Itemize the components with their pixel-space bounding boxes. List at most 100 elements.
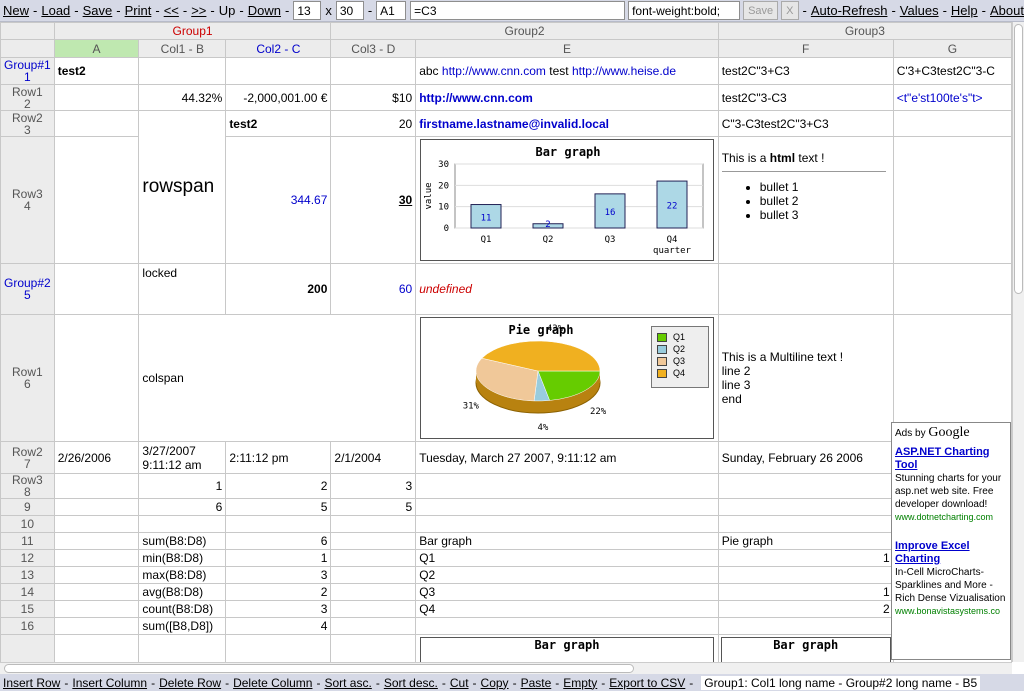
row-header-13[interactable]: 13 [0, 566, 55, 584]
save-link[interactable]: Save [83, 3, 113, 18]
cell-e16[interactable] [415, 617, 719, 635]
cell-b12[interactable]: min(B8:D8) [138, 549, 227, 567]
cut-link[interactable]: Cut [450, 676, 469, 690]
cell-d2[interactable]: $10 [330, 84, 417, 111]
cell-c11[interactable]: 6 [225, 532, 332, 550]
copy-link[interactable]: Copy [481, 676, 509, 690]
cell-ref-input[interactable] [376, 1, 407, 20]
cell-f14[interactable]: 1 [717, 583, 894, 601]
cell-a9[interactable] [53, 498, 140, 516]
cell-a15[interactable] [53, 600, 140, 618]
row-header-7[interactable]: Row2 7 [0, 441, 55, 474]
cell-c17[interactable] [225, 634, 332, 662]
cell-a16[interactable] [53, 617, 140, 635]
sort-desc-link[interactable]: Sort desc. [384, 676, 438, 690]
cell-b7[interactable]: 3/27/2007 9:11:12 am [138, 441, 227, 474]
cell-e15[interactable]: Q4 [415, 600, 719, 618]
cell-a3[interactable] [53, 110, 140, 137]
horizontal-scrollbar[interactable] [0, 662, 1012, 674]
cell-c5[interactable]: 200 [225, 263, 332, 315]
cell-e2[interactable]: http://www.cnn.com [415, 84, 719, 111]
cell-f1[interactable]: test2C"3+C3 [717, 57, 894, 85]
ad-title-link[interactable]: Improve Excel Charting [895, 540, 1007, 566]
new-link[interactable]: New [3, 3, 29, 18]
cell-c7[interactable]: 2:11:12 pm [225, 441, 332, 474]
cell-e8[interactable] [415, 473, 719, 499]
row-header-12[interactable]: 12 [0, 549, 55, 567]
cell-b2[interactable]: 44.32% [138, 84, 227, 111]
cell-b16[interactable]: sum([B8,D8]) [138, 617, 227, 635]
cell-b8[interactable]: 1 [138, 473, 227, 499]
cell-f2[interactable]: test2C"3-C3 [717, 84, 894, 111]
cell-b1[interactable] [138, 57, 227, 85]
cell-d3[interactable]: 20 [330, 110, 417, 137]
ad-title-link[interactable]: ASP.NET Charting Tool [895, 446, 1007, 472]
cell-e1[interactable]: abc http://www.cnn.com test http://www.h… [415, 57, 719, 85]
cell-f15[interactable]: 2 [717, 600, 894, 618]
insert-row-link[interactable]: Insert Row [3, 676, 60, 690]
cell-e11[interactable]: Bar graph [415, 532, 719, 550]
cell-d13[interactable] [330, 566, 417, 584]
cell-b9[interactable]: 6 [138, 498, 227, 516]
row-header-11[interactable]: 11 [0, 532, 55, 550]
cell-d10[interactable] [330, 515, 417, 533]
cell-f11[interactable]: Pie graph [717, 532, 894, 550]
column-header-d[interactable]: Col3 - D [330, 39, 417, 58]
cell-f12[interactable]: 1 [717, 549, 894, 567]
cell-b3-rowspan[interactable]: rowspan [138, 110, 227, 264]
cell-e17[interactable]: Bar graph [415, 634, 719, 662]
prev-page-link[interactable]: << [164, 3, 179, 18]
cell-c3[interactable]: test2 [225, 110, 332, 137]
cell-e4[interactable]: Bar graph 0 10 20 30 value 11 Q1 2 Q2 16 Q3 22 Q4 quar… [415, 136, 719, 264]
cell-f3[interactable]: C"3-C3test2C"3+C3 [717, 110, 894, 137]
ad-url[interactable]: www.bonavistasystems.co [895, 605, 1007, 618]
cell-c9[interactable]: 5 [225, 498, 332, 516]
cell-d4[interactable]: 30 [330, 136, 417, 264]
column-header-f[interactable]: F [717, 39, 894, 58]
cell-b17[interactable] [138, 634, 227, 662]
values-link[interactable]: Values [900, 3, 939, 18]
row-header-15[interactable]: 15 [0, 600, 55, 618]
cell-f5[interactable] [717, 263, 894, 315]
empty-link[interactable]: Empty [563, 676, 597, 690]
delete-column-link[interactable]: Delete Column [233, 676, 312, 690]
cell-a4[interactable] [53, 136, 140, 264]
cell-g4[interactable] [892, 136, 1012, 264]
cell-a17[interactable] [53, 634, 140, 662]
cell-e6[interactable]: Pie graph 22% 4% 31% 43% Q1 Q2 Q3 Q4 [415, 314, 719, 442]
cell-f16[interactable] [717, 617, 894, 635]
cell-b13[interactable]: max(B8:D8) [138, 566, 227, 584]
cell-c15[interactable]: 3 [225, 600, 332, 618]
cell-b15[interactable]: count(B8:D8) [138, 600, 227, 618]
column-header-e[interactable]: E [415, 39, 719, 58]
cell-d7[interactable]: 2/1/2004 [330, 441, 417, 474]
group-header-1[interactable]: Group1 [53, 22, 332, 40]
cell-g5[interactable] [892, 263, 1012, 315]
cell-a8[interactable] [53, 473, 140, 499]
cell-a12[interactable] [53, 549, 140, 567]
row-header-9[interactable]: 9 [0, 498, 55, 516]
cols-input[interactable] [335, 1, 364, 20]
cell-b6-colspan[interactable]: colspan [138, 314, 417, 442]
up-link[interactable]: Up [219, 3, 236, 18]
close-button[interactable]: X [781, 1, 799, 20]
cell-c4[interactable]: 344.67 [225, 136, 332, 264]
row-header-2[interactable]: Row1 2 [0, 84, 55, 111]
horizontal-scroll-thumb[interactable] [4, 664, 634, 673]
cell-a5[interactable] [53, 263, 140, 315]
row-header-17[interactable] [0, 634, 55, 662]
cell-c14[interactable]: 2 [225, 583, 332, 601]
cell-c8[interactable]: 2 [225, 473, 332, 499]
insert-column-link[interactable]: Insert Column [72, 676, 147, 690]
row-header-10[interactable]: 10 [0, 515, 55, 533]
cell-e13[interactable]: Q2 [415, 566, 719, 584]
cell-d16[interactable] [330, 617, 417, 635]
cell-b14[interactable]: avg(B8:D8) [138, 583, 227, 601]
cell-d5[interactable]: 60 [330, 263, 417, 315]
cell-g2[interactable]: <t"e'st100te's"t> [892, 84, 1012, 111]
delete-row-link[interactable]: Delete Row [159, 676, 221, 690]
vertical-scroll-thumb[interactable] [1014, 24, 1023, 294]
cell-c12[interactable]: 1 [225, 549, 332, 567]
cell-a6[interactable] [53, 314, 140, 442]
about-link[interactable]: About [990, 3, 1024, 18]
